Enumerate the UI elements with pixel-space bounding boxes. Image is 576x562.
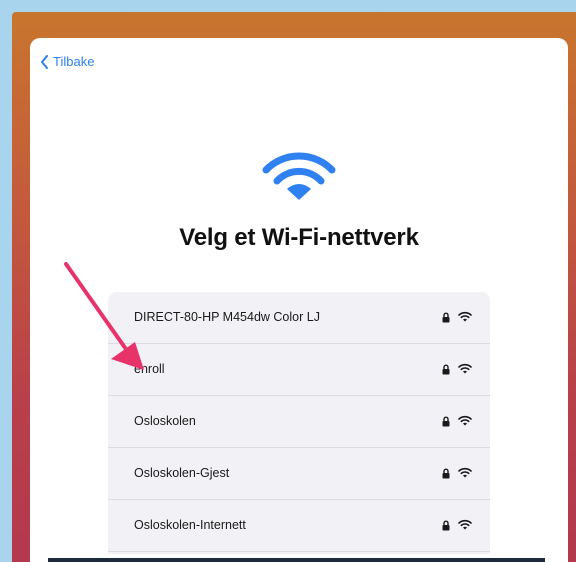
wifi-icon	[458, 467, 472, 478]
network-name: Osloskolen	[134, 414, 196, 428]
lock-icon	[442, 312, 450, 323]
network-row-osloskolen-gjest[interactable]: Osloskolen-Gjest	[108, 448, 490, 500]
back-button-label: Tilbake	[53, 54, 95, 69]
lock-icon	[442, 468, 450, 479]
wifi-icon	[458, 311, 472, 322]
network-list: DIRECT-80-HP M454dw Color LJ enroll Oslo…	[108, 292, 490, 554]
network-row-enroll[interactable]: enroll	[108, 344, 490, 396]
network-name: DIRECT-80-HP M454dw Color LJ	[134, 310, 320, 324]
network-row-osloskolen[interactable]: Osloskolen	[108, 396, 490, 448]
network-row-osloskolen-internett[interactable]: Osloskolen-Internett	[108, 500, 490, 552]
network-name: Osloskolen-Gjest	[134, 466, 230, 480]
network-row-direct-hp[interactable]: DIRECT-80-HP M454dw Color LJ	[108, 292, 490, 344]
wifi-icon	[458, 519, 472, 530]
lock-icon	[442, 520, 450, 531]
wifi-setup-sheet: Tilbake Velg et Wi-Fi-nettverk DIRECT-80…	[30, 38, 568, 562]
page-title: Velg et Wi-Fi-nettverk	[179, 224, 419, 251]
chevron-left-icon	[41, 54, 48, 69]
network-name: Osloskolen-Internett	[134, 518, 246, 532]
back-button[interactable]: Tilbake	[40, 54, 94, 69]
lock-icon	[442, 416, 450, 427]
wifi-icon	[458, 363, 472, 374]
bottom-bar	[48, 558, 545, 562]
wifi-icon	[458, 415, 472, 426]
network-name: enroll	[134, 362, 165, 376]
lock-icon	[442, 364, 450, 375]
wifi-icon	[262, 152, 336, 200]
